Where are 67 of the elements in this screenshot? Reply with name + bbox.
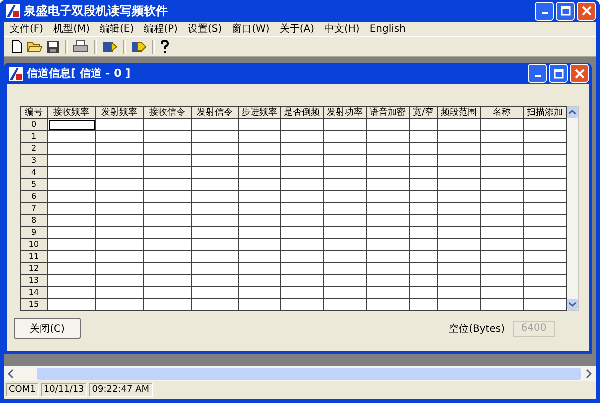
free-space-field: 6400 [513, 320, 555, 336]
column-header: 发射频率 [96, 106, 144, 118]
row-number: 12 [20, 262, 48, 274]
row-number: 7 [20, 202, 48, 214]
row-number: 5 [20, 178, 48, 190]
menu-item[interactable]: English [366, 24, 412, 34]
status-bar-field: 10/11/13 [40, 383, 88, 397]
minimize-button[interactable] [528, 64, 547, 83]
column-header: 步进频率 [238, 106, 280, 118]
save-icon[interactable] [46, 40, 60, 54]
menu-item[interactable]: 机型(M) [50, 22, 96, 36]
menu-item[interactable]: 文件(F) [6, 22, 50, 36]
maximize-icon [560, 6, 570, 16]
row-number: 9 [20, 226, 48, 238]
column-header: 宽/窄 [410, 106, 438, 118]
close-icon [582, 6, 592, 16]
menu-item[interactable]: 编辑(E) [96, 22, 140, 36]
row-number: 15 [20, 298, 48, 310]
row-number: 8 [20, 214, 48, 226]
row-number: 6 [20, 190, 48, 202]
row-number: 1 [20, 130, 48, 142]
column-header: 语音加密 [366, 106, 410, 118]
column-header: 接收频率 [48, 106, 96, 118]
status-bar-field: COM1 [6, 383, 39, 397]
row-number: 0 [20, 118, 48, 130]
menu-item[interactable]: 窗口(W) [228, 22, 276, 36]
status-bar-field: 09:22:47 AM [89, 383, 152, 397]
minimize-button[interactable] [535, 2, 554, 20]
column-header: 发射信令 [192, 106, 238, 118]
row-number: 2 [20, 142, 48, 154]
menu-item[interactable]: 中文(H) [320, 22, 366, 36]
close-dialog-button[interactable]: 关闭(C) [14, 318, 81, 339]
column-header: 名称 [480, 106, 524, 118]
column-header: 扫描添加 [524, 106, 566, 118]
row-number: 4 [20, 166, 48, 178]
column-header: 编号 [20, 106, 48, 118]
row-number: 11 [20, 250, 48, 262]
new-file-icon[interactable] [10, 40, 24, 54]
app-logo-icon [9, 66, 23, 80]
scroll-down-icon[interactable] [569, 302, 576, 307]
vertical-scrollbar[interactable] [567, 106, 579, 311]
close-button[interactable] [570, 64, 589, 83]
child-window-title: 信道信息[ 信道 - 0 ] [27, 66, 132, 81]
column-header: 是否倒频 [280, 106, 324, 118]
close-button[interactable] [577, 2, 596, 20]
row-number: 14 [20, 286, 48, 298]
column-header: 频段范围 [438, 106, 480, 118]
free-space-label: 空位(Bytes) [449, 322, 505, 336]
menu-item[interactable]: 设置(S) [184, 22, 228, 36]
column-header: 发射功率 [324, 106, 366, 118]
column-header: 接收信令 [144, 106, 192, 118]
horizontal-scrollbar[interactable] [4, 366, 596, 381]
scroll-up-icon[interactable] [569, 110, 576, 115]
maximize-button[interactable] [549, 64, 568, 83]
open-folder-icon[interactable] [27, 40, 43, 54]
maximize-icon [554, 68, 564, 78]
row-number: 3 [20, 154, 48, 166]
app-logo-icon [6, 4, 20, 18]
menu-item[interactable]: 关于(A) [276, 22, 320, 36]
row-number: 13 [20, 274, 48, 286]
close-icon [574, 68, 584, 78]
menu-item[interactable]: 编程(P) [140, 22, 184, 36]
help-icon[interactable] [160, 40, 170, 54]
maximize-button[interactable] [556, 2, 575, 20]
row-number: 10 [20, 238, 48, 250]
printer-icon[interactable] [73, 40, 89, 54]
window-title: 泉盛电子双段机读写频软件 [24, 2, 169, 20]
